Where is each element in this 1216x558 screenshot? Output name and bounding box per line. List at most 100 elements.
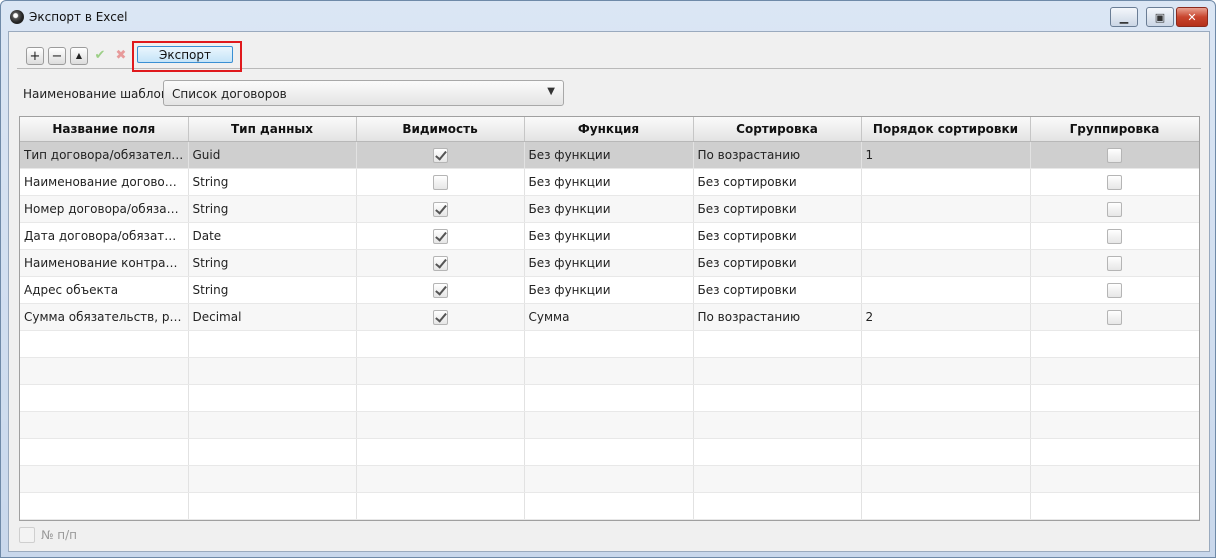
- cell-sorting[interactable]: [693, 438, 862, 466]
- cell-visibility[interactable]: [356, 384, 525, 412]
- minimize-button[interactable]: ▁: [1110, 7, 1138, 27]
- cell-function[interactable]: [524, 330, 694, 358]
- cell-visibility[interactable]: [356, 438, 525, 466]
- cell-field-name[interactable]: Адрес объекта: [20, 276, 189, 304]
- cell-sort-order[interactable]: [861, 222, 1031, 250]
- title-bar[interactable]: Экспорт в Excel ▁ ▣ ✕: [1, 1, 1215, 31]
- visibility-checkbox[interactable]: [432, 201, 448, 217]
- cell-data-type[interactable]: [188, 438, 357, 466]
- cell-data-type[interactable]: [188, 465, 357, 493]
- cell-function[interactable]: [524, 465, 694, 493]
- cell-field-name[interactable]: [20, 492, 189, 520]
- cell-sort-order[interactable]: [861, 249, 1031, 277]
- cell-sorting[interactable]: По возрастанию: [693, 303, 862, 331]
- cell-sort-order[interactable]: [861, 411, 1031, 439]
- cell-grouping[interactable]: [1030, 276, 1199, 304]
- cell-sort-order[interactable]: [861, 465, 1031, 493]
- cell-sorting[interactable]: Без сортировки: [693, 222, 862, 250]
- cell-field-name[interactable]: [20, 330, 189, 358]
- template-select[interactable]: Список договоров ▼: [163, 80, 564, 106]
- visibility-checkbox[interactable]: [432, 282, 448, 298]
- cell-field-name[interactable]: [20, 357, 189, 385]
- cell-function[interactable]: Без функции: [524, 249, 694, 277]
- visibility-checkbox[interactable]: [432, 174, 448, 190]
- cell-visibility[interactable]: [356, 222, 525, 250]
- cell-sorting[interactable]: Без сортировки: [693, 276, 862, 304]
- cell-sorting[interactable]: [693, 411, 862, 439]
- cell-data-type[interactable]: [188, 384, 357, 412]
- visibility-checkbox[interactable]: [432, 309, 448, 325]
- table-row[interactable]: Адрес объекта String Без функции Без сортир…: [20, 276, 1199, 304]
- cell-field-name[interactable]: [20, 438, 189, 466]
- cell-field-name[interactable]: Наименование договора/о...: [20, 168, 189, 196]
- maximize-button[interactable]: ▣: [1146, 7, 1174, 27]
- column-header-visibility[interactable]: Видимость: [356, 117, 525, 142]
- cell-grouping[interactable]: [1030, 330, 1199, 358]
- cell-sort-order[interactable]: 2: [861, 303, 1031, 331]
- remove-row-button[interactable]: −: [48, 47, 66, 65]
- cell-grouping[interactable]: [1030, 411, 1199, 439]
- cell-field-name[interactable]: [20, 384, 189, 412]
- cell-data-type[interactable]: [188, 330, 357, 358]
- cell-grouping[interactable]: [1030, 357, 1199, 385]
- cell-data-type[interactable]: [188, 492, 357, 520]
- cell-field-name[interactable]: Наименование контрагента: [20, 249, 189, 277]
- cell-function[interactable]: Без функции: [524, 195, 694, 223]
- cell-data-type[interactable]: String: [188, 276, 357, 304]
- cell-visibility[interactable]: [356, 357, 525, 385]
- cell-visibility[interactable]: [356, 330, 525, 358]
- cell-function[interactable]: [524, 357, 694, 385]
- grouping-checkbox[interactable]: [1107, 228, 1122, 244]
- column-header-sorting[interactable]: Сортировка: [693, 117, 862, 142]
- cell-visibility[interactable]: [356, 411, 525, 439]
- cell-sort-order[interactable]: [861, 195, 1031, 223]
- cell-grouping[interactable]: [1030, 222, 1199, 250]
- table-row[interactable]: [20, 384, 1199, 412]
- cell-grouping[interactable]: [1030, 168, 1199, 196]
- cell-sorting[interactable]: [693, 357, 862, 385]
- cell-grouping[interactable]: [1030, 465, 1199, 493]
- table-row[interactable]: Номер договора/обязатель...String Без фун…: [20, 195, 1199, 223]
- cell-sorting[interactable]: [693, 384, 862, 412]
- cell-sorting[interactable]: [693, 330, 862, 358]
- table-row[interactable]: Наименование договора/о... String Без функ…: [20, 168, 1199, 196]
- cell-field-name[interactable]: Тип договора/обязательства: [20, 141, 189, 169]
- cell-visibility[interactable]: [356, 303, 525, 331]
- cell-grouping[interactable]: [1030, 438, 1199, 466]
- cell-function[interactable]: [524, 492, 694, 520]
- cell-visibility[interactable]: [356, 492, 525, 520]
- grouping-checkbox[interactable]: [1107, 309, 1122, 325]
- cell-data-type[interactable]: String: [188, 168, 357, 196]
- cell-sorting[interactable]: [693, 492, 862, 520]
- column-header-field-name[interactable]: Название поля: [20, 117, 189, 142]
- cell-grouping[interactable]: [1030, 195, 1199, 223]
- column-header-sort-order[interactable]: Порядок сортировки: [861, 117, 1031, 142]
- cell-visibility[interactable]: [356, 276, 525, 304]
- cell-sorting[interactable]: Без сортировки: [693, 195, 862, 223]
- cell-function[interactable]: Сумма: [524, 303, 694, 331]
- cell-function[interactable]: [524, 384, 694, 412]
- cell-sort-order[interactable]: [861, 384, 1031, 412]
- cell-data-type[interactable]: String: [188, 195, 357, 223]
- cell-data-type[interactable]: String: [188, 249, 357, 277]
- cell-sort-order[interactable]: 1: [861, 141, 1031, 169]
- cell-function[interactable]: Без функции: [524, 141, 694, 169]
- cell-grouping[interactable]: [1030, 492, 1199, 520]
- cell-sort-order[interactable]: [861, 357, 1031, 385]
- cell-visibility[interactable]: [356, 141, 525, 169]
- cell-visibility[interactable]: [356, 465, 525, 493]
- cell-data-type[interactable]: Date: [188, 222, 357, 250]
- close-window-button[interactable]: ✕: [1176, 7, 1208, 27]
- column-header-data-type[interactable]: Тип данных: [188, 117, 357, 142]
- cell-field-name[interactable]: Номер договора/обязатель...: [20, 195, 189, 223]
- cell-sorting[interactable]: По возрастанию: [693, 141, 862, 169]
- cell-function[interactable]: [524, 411, 694, 439]
- grouping-checkbox[interactable]: [1107, 147, 1122, 163]
- cell-sort-order[interactable]: [861, 276, 1031, 304]
- cell-function[interactable]: Без функции: [524, 222, 694, 250]
- add-row-button[interactable]: +: [26, 47, 44, 65]
- table-row[interactable]: Дата договора/обязательст...Date Без функ…: [20, 222, 1199, 250]
- cell-data-type[interactable]: Guid: [188, 141, 357, 169]
- cell-grouping[interactable]: [1030, 141, 1199, 169]
- table-row[interactable]: Сумма обязательств, руб. Decimal Сумма По в…: [20, 303, 1199, 331]
